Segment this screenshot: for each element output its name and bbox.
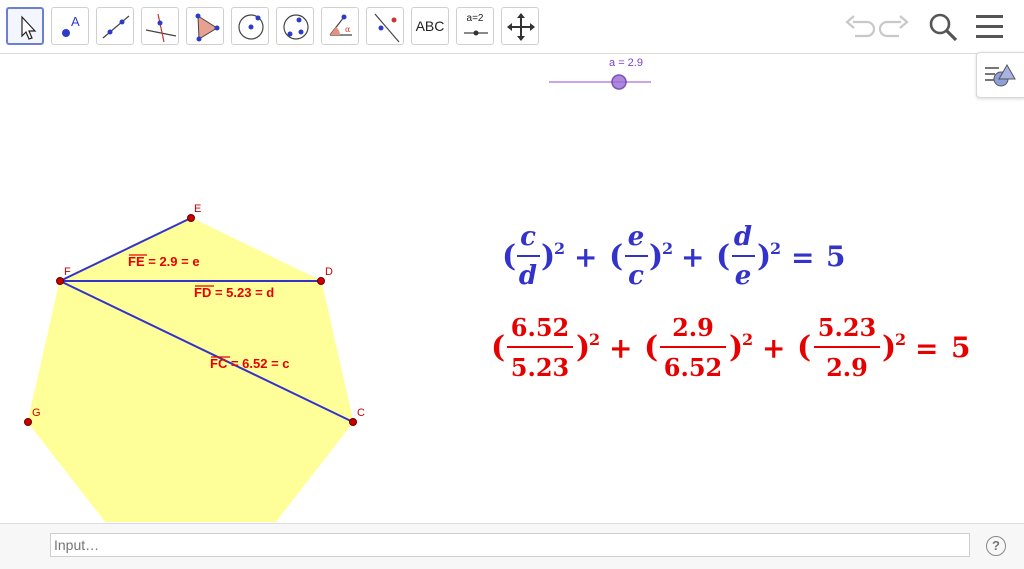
undo-icon[interactable] — [843, 8, 877, 44]
angle-tool-icon: α — [329, 14, 352, 36]
svg-text:FE = 2.9 = e: FE = 2.9 = e — [128, 254, 200, 269]
label-fe[interactable]: FE = 2.9 = e — [128, 254, 200, 269]
text-tool-button[interactable]: ABC — [411, 7, 449, 45]
point-label-d: D — [325, 266, 333, 278]
label-fd[interactable]: FD = 5.23 = d — [194, 285, 274, 300]
svg-text:2: 2 — [895, 330, 906, 349]
circle-tool-icon — [238, 14, 264, 40]
svg-text:e: e — [628, 222, 645, 252]
svg-text:α: α — [345, 25, 351, 34]
slider-a[interactable] — [549, 74, 651, 90]
point-d[interactable] — [317, 277, 325, 285]
slider-handle[interactable] — [611, 74, 627, 90]
move-tool-button[interactable] — [6, 7, 44, 45]
toolbar: A α ABC a=2 — [0, 0, 1024, 54]
style-bar-toggle-icon — [985, 63, 1016, 87]
svg-text:6.52: 6.52 — [511, 313, 569, 342]
polygon-tool-button[interactable] — [186, 7, 224, 45]
text-tool-icon: ABC — [415, 18, 445, 34]
point-e[interactable] — [187, 214, 195, 222]
svg-text:d: d — [734, 222, 752, 252]
reflect-tool-icon — [374, 13, 400, 43]
help-icon[interactable]: ? — [986, 536, 1006, 556]
svg-text:(: ( — [716, 239, 730, 274]
svg-text:(: ( — [797, 330, 811, 365]
svg-text:2: 2 — [662, 239, 673, 258]
svg-text:+: + — [574, 241, 597, 274]
reflect-tool-button[interactable] — [366, 7, 404, 45]
line-tool-button[interactable] — [96, 7, 134, 45]
polygon-tool-icon — [195, 13, 220, 42]
svg-text:d: d — [519, 261, 537, 291]
perpendicular-line-tool-button[interactable] — [141, 7, 179, 45]
move-graphics-view-button[interactable] — [501, 7, 539, 45]
svg-text:2.9: 2.9 — [672, 313, 714, 342]
slider-tool-icon — [464, 30, 488, 36]
search-icon[interactable] — [926, 8, 960, 44]
point-g[interactable] — [24, 418, 32, 426]
svg-text:c: c — [628, 261, 644, 291]
hamburger-menu-icon[interactable] — [973, 8, 1007, 44]
svg-text:=: = — [791, 241, 814, 274]
svg-text:FD = 5.23 = d: FD = 5.23 = d — [194, 285, 274, 300]
svg-text:FC = 6.52 = c: FC = 6.52 = c — [210, 356, 290, 371]
conic-tool-button[interactable] — [276, 7, 314, 45]
equation-numeric[interactable]: ( 6.52 5.23 ) 2 + ( 2.9 6.52 ) 2 + ( 5.2… — [491, 313, 970, 382]
svg-text:5.23: 5.23 — [511, 353, 569, 382]
svg-text:6.52: 6.52 — [664, 353, 722, 382]
move-graphics-view-icon — [507, 13, 535, 41]
svg-text:(: ( — [491, 330, 505, 365]
svg-text:2: 2 — [554, 239, 565, 258]
perpendicular-line-tool-icon — [145, 13, 177, 43]
point-label-c: C — [357, 407, 365, 419]
svg-text:(: ( — [502, 239, 516, 274]
svg-text:2: 2 — [770, 239, 781, 258]
point-tool-button[interactable]: A — [51, 7, 89, 45]
equation-symbolic[interactable]: ( c d ) 2 + ( e c ) 2 + ( d e ) 2 = 5 — [502, 222, 845, 291]
svg-text:+: + — [762, 332, 785, 365]
svg-text:(: ( — [644, 330, 658, 365]
conic-tool-icon — [283, 14, 309, 40]
svg-text:(: ( — [609, 239, 623, 274]
svg-text:A: A — [71, 14, 80, 29]
svg-text:+: + — [681, 241, 704, 274]
svg-text:5.23: 5.23 — [818, 313, 876, 342]
svg-text:=: = — [915, 332, 938, 365]
algebra-input-bar: ? — [0, 523, 1024, 569]
svg-text:2: 2 — [742, 330, 753, 349]
label-fc[interactable]: FC = 6.52 = c — [210, 356, 290, 371]
input-field[interactable] — [50, 533, 970, 557]
move-tool-icon — [21, 15, 37, 40]
svg-text:2: 2 — [589, 330, 600, 349]
circle-tool-button[interactable] — [231, 7, 269, 45]
point-c[interactable] — [349, 418, 357, 426]
svg-text:2.9: 2.9 — [826, 353, 868, 382]
point-label-e: E — [194, 203, 201, 215]
point-label-f: F — [64, 266, 71, 278]
point-label-g: G — [32, 407, 41, 419]
svg-text:+: + — [609, 332, 632, 365]
point-f[interactable] — [56, 277, 64, 285]
svg-text:5: 5 — [951, 331, 970, 364]
point-tool-icon: A — [62, 14, 80, 37]
redo-icon[interactable] — [877, 8, 911, 44]
graphics-view[interactable]: E F D G C FE = 2.9 = e FD = 5.23 = d FC … — [0, 54, 1024, 522]
svg-text:e: e — [735, 261, 752, 291]
svg-text:5: 5 — [826, 240, 845, 273]
slider-tool-button[interactable]: a=2 — [456, 7, 494, 45]
slider-label: a = 2.9 — [609, 57, 643, 69]
style-bar-toggle-button[interactable] — [976, 52, 1024, 98]
angle-tool-button[interactable]: α — [321, 7, 359, 45]
line-tool-icon — [102, 15, 130, 39]
svg-text:c: c — [520, 222, 536, 252]
